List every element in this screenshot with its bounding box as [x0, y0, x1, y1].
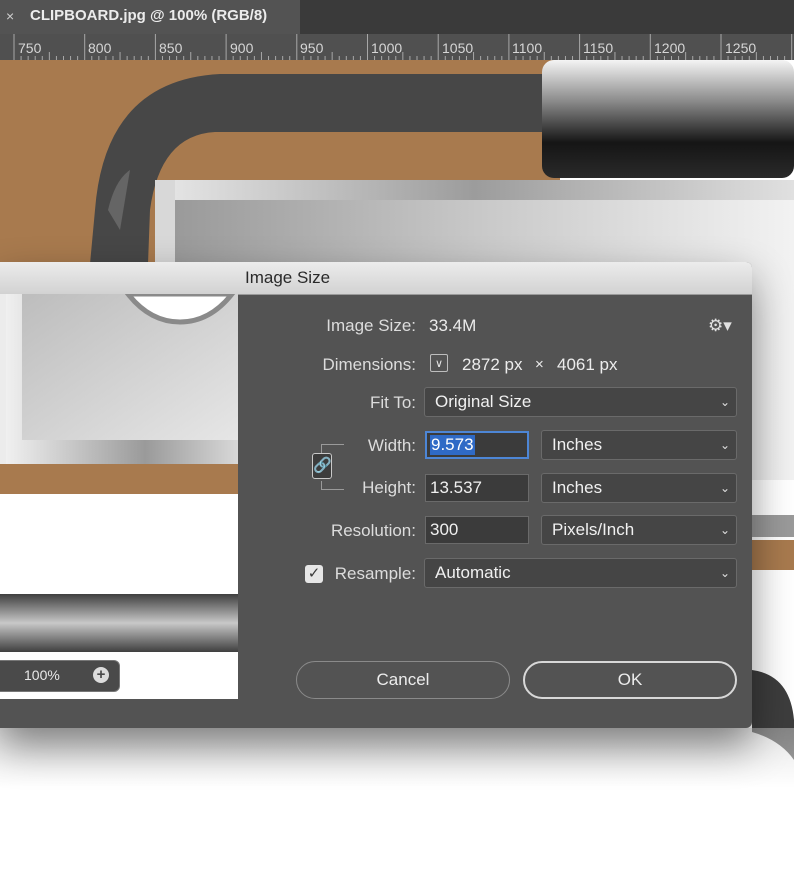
document-tab-bar: × CLIPBOARD.jpg @ 100% (RGB/8) [0, 0, 794, 34]
resolution-input[interactable]: 300 [425, 516, 529, 544]
preview-artwork [0, 294, 238, 699]
close-tab-icon[interactable]: × [6, 7, 14, 25]
width-value: 9.573 [430, 435, 475, 455]
dimensions-height: 4061 px [557, 355, 618, 374]
resample-value: Automatic [435, 563, 511, 582]
gear-icon[interactable]: ⚙▾ [708, 316, 732, 336]
ruler-label: 950 [300, 40, 324, 56]
ruler-label: 1100 [512, 40, 543, 56]
chevron-down-icon: ⌄ [719, 395, 730, 409]
resample-checkbox[interactable]: ✓ [305, 565, 323, 583]
image-size-label: Image Size: [326, 316, 416, 335]
ok-button[interactable]: OK [523, 661, 737, 699]
link-icon[interactable]: 🔗 [312, 453, 332, 479]
image-preview[interactable]: 100% + [0, 294, 238, 699]
chevron-down-icon: ⌄ [719, 523, 730, 537]
fit-to-value: Original Size [435, 392, 532, 411]
width-input[interactable]: 9.573 [425, 431, 529, 459]
preview-zoom-control: 100% + [0, 660, 120, 692]
document-tab[interactable]: × CLIPBOARD.jpg @ 100% (RGB/8) [0, 0, 300, 34]
constrain-bracket-top [321, 444, 344, 453]
resample-label: Resample: [334, 564, 416, 583]
fit-to-select[interactable]: Original Size ⌄ [424, 387, 737, 417]
ruler-label: 1250 [725, 40, 757, 56]
document-tab-title: CLIPBOARD.jpg @ 100% (RGB/8) [30, 7, 268, 24]
dialog-titlebar[interactable]: Image Size [0, 262, 752, 295]
chevron-down-icon: ⌄ [719, 566, 730, 580]
ruler-label: 1150 [583, 40, 614, 56]
resolution-unit-value: Pixels/Inch [552, 520, 635, 539]
cancel-button[interactable]: Cancel [296, 661, 510, 699]
resolution-value: 300 [430, 520, 459, 539]
ruler-label: 1050 [442, 40, 474, 56]
chevron-down-icon: ⌄ [719, 481, 730, 495]
height-unit-select[interactable]: Inches ⌄ [541, 473, 737, 503]
height-input[interactable]: 13.537 [425, 474, 529, 502]
fit-to-label: Fit To: [370, 393, 416, 412]
dimensions-label: Dimensions: [322, 355, 416, 374]
ruler-label: 850 [159, 40, 183, 56]
width-label: Width: [367, 436, 416, 455]
resolution-unit-select[interactable]: Pixels/Inch ⌄ [541, 515, 737, 545]
dialog-title: Image Size [245, 268, 331, 287]
ruler-label: 900 [230, 40, 254, 56]
image-size-value: 33.4M [429, 316, 477, 335]
height-label: Height: [362, 478, 416, 497]
zoom-in-icon[interactable]: + [93, 667, 109, 683]
dimensions-times: × [535, 356, 544, 373]
chevron-down-icon[interactable]: ∨ [430, 354, 448, 372]
constrain-bracket-bottom [321, 481, 344, 490]
height-value: 13.537 [430, 478, 482, 497]
width-unit-value: Inches [552, 435, 603, 454]
ruler-label: 1000 [371, 40, 403, 56]
resample-select[interactable]: Automatic ⌄ [424, 558, 737, 588]
ruler-label: 1200 [654, 40, 686, 56]
width-unit-select[interactable]: Inches ⌄ [541, 430, 737, 460]
image-size-dialog: Image Size 100% + Image Size: 33.4M ⚙▾ D… [0, 262, 752, 728]
chevron-down-icon: ⌄ [719, 438, 730, 452]
resolution-label: Resolution: [330, 521, 416, 540]
horizontal-ruler[interactable]: 750 800 850 900 950 1000 1050 1100 1150 … [0, 34, 794, 60]
ruler-label: 750 [18, 40, 42, 56]
preview-zoom-value: 100% [24, 667, 60, 683]
height-unit-value: Inches [552, 478, 603, 497]
ruler-label: 800 [88, 40, 112, 56]
dimensions-width: 2872 px [462, 355, 523, 374]
